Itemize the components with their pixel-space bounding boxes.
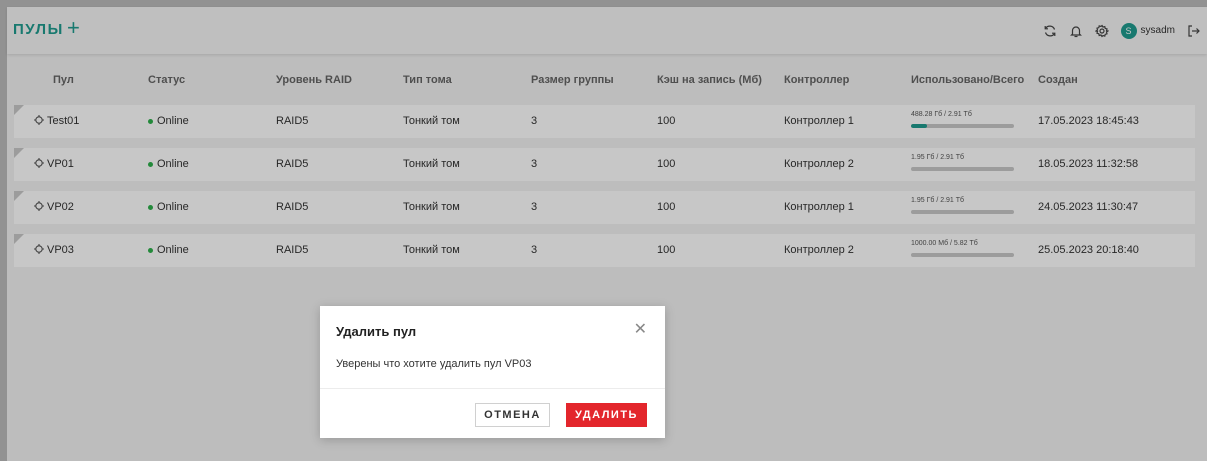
dialog-message: Уверены что хотите удалить пул VP03	[336, 358, 532, 370]
cancel-button[interactable]: ОТМЕНА	[475, 403, 550, 427]
close-icon[interactable]: ✕	[634, 322, 647, 338]
dialog-title: Удалить пул	[336, 324, 417, 339]
delete-pool-dialog: Удалить пул ✕ Уверены что хотите удалить…	[320, 306, 665, 438]
delete-button[interactable]: УДАЛИТЬ	[566, 403, 647, 427]
dialog-footer: ОТМЕНА УДАЛИТЬ	[320, 388, 665, 438]
